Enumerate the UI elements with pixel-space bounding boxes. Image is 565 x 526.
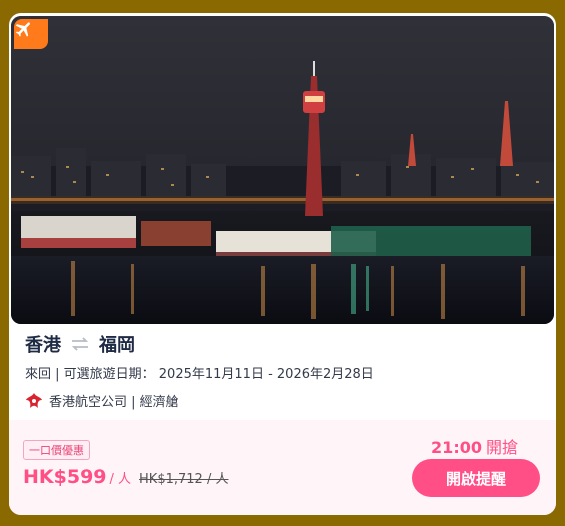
airline-info: 香港航空公司 | 經濟艙: [25, 391, 179, 410]
sale-open-time: 21:00 開搶: [431, 434, 518, 458]
destination-city: 福岡: [99, 335, 135, 356]
deal-price: HK$599: [23, 466, 107, 488]
airplane-icon: [15, 22, 30, 37]
airline-label: 香港航空公司 | 經濟艙: [49, 395, 179, 410]
origin-city: 香港: [25, 335, 61, 356]
route-title: 香港 福岡: [25, 331, 135, 357]
per-person-label: / 人: [109, 472, 132, 487]
open-time: 21:00: [431, 438, 482, 457]
open-suffix: 開搶: [485, 438, 518, 457]
flight-deal-card[interactable]: 香港 福岡 來回 | 可選旅遊日期： 2025年11月11日 - 2026年2月…: [9, 13, 556, 515]
fukuoka-night-skyline-image: [11, 16, 554, 324]
destination-photo: [11, 16, 554, 324]
deal-tag: 一口價優惠: [23, 440, 90, 460]
swap-arrows-icon: [71, 337, 89, 351]
flight-badge: [14, 19, 48, 49]
deal-footer: 一口價優惠 HK$599 / 人 HK$1,712 / 人 21:00 開搶 開啟…: [9, 420, 556, 515]
price-row: HK$599 / 人 HK$1,712 / 人: [23, 466, 228, 488]
hong-kong-airlines-logo-icon: [26, 392, 42, 408]
original-price: HK$1,712 / 人: [139, 472, 229, 487]
travel-dates: 來回 | 可選旅遊日期： 2025年11月11日 - 2026年2月28日: [25, 367, 374, 382]
set-reminder-button[interactable]: 開啟提醒: [412, 459, 540, 497]
